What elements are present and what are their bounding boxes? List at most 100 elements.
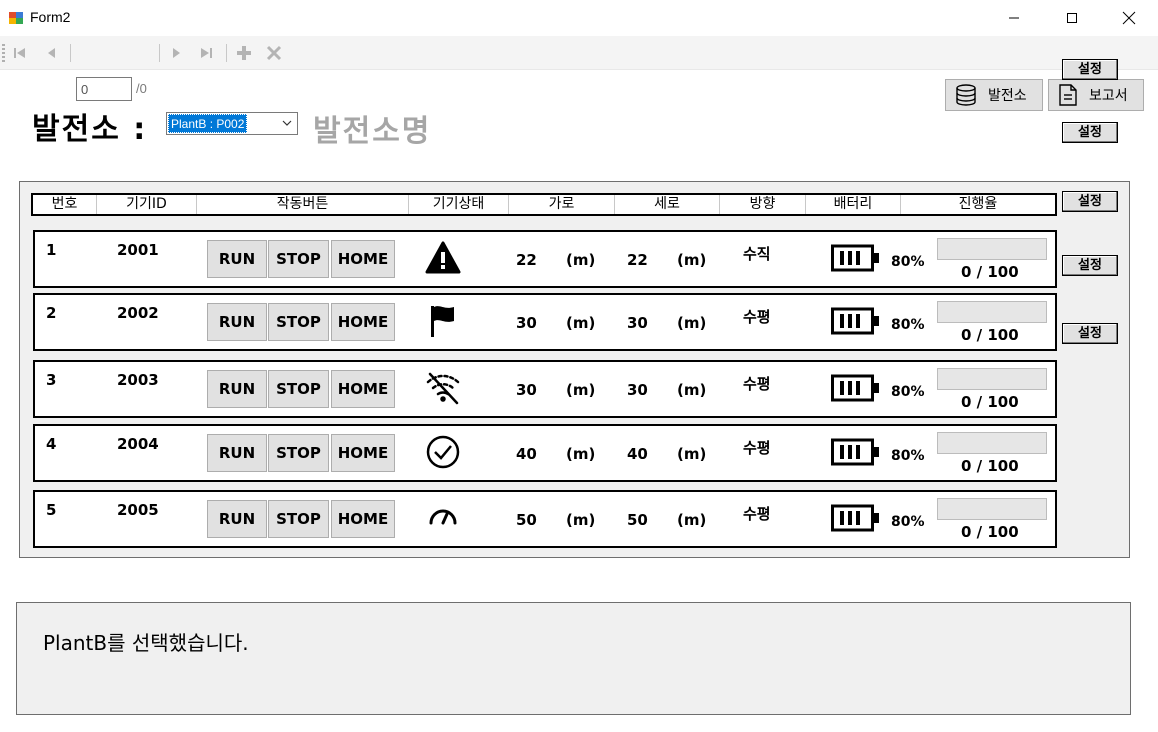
home-button[interactable]: HOME: [331, 303, 395, 341]
column-header: 세로: [615, 195, 720, 214]
progress-bar: [937, 301, 1047, 323]
move-first-button[interactable]: [10, 43, 30, 63]
width-value: 30: [516, 381, 537, 399]
battery-percent: 80%: [891, 384, 925, 400]
home-button[interactable]: HOME: [331, 434, 395, 472]
stop-button[interactable]: STOP: [268, 303, 329, 341]
table-row: 4 2004 RUN STOP HOME 40 (m) 40 (m) 수평 80…: [33, 424, 1057, 482]
battery-icon: [831, 374, 879, 402]
height-unit: (m): [677, 511, 707, 529]
set-button[interactable]: 설정: [1062, 323, 1118, 344]
row-number: 3: [46, 371, 57, 389]
progress-text: 0 / 100: [961, 263, 1019, 281]
table-row: 5 2005 RUN STOP HOME 50 (m) 50 (m) 수평 80…: [33, 490, 1057, 548]
delete-x-icon: [266, 45, 282, 61]
speedometer-icon: [423, 498, 463, 538]
plant-button[interactable]: 발전소: [945, 79, 1043, 111]
stop-button[interactable]: STOP: [268, 434, 329, 472]
maximize-button[interactable]: [1043, 0, 1101, 36]
app-icon: [9, 12, 23, 24]
move-last-button[interactable]: [196, 43, 216, 63]
progress-bar: [937, 368, 1047, 390]
run-button[interactable]: RUN: [207, 240, 267, 278]
height-value: 22: [627, 251, 648, 269]
height-unit: (m): [677, 251, 707, 269]
row-number: 4: [46, 435, 57, 453]
database-icon: [956, 84, 976, 106]
position-input[interactable]: [76, 77, 132, 101]
home-button[interactable]: HOME: [331, 240, 395, 278]
run-button[interactable]: RUN: [207, 303, 267, 341]
binding-navigator: /0: [0, 36, 1158, 101]
minimize-button[interactable]: [985, 0, 1043, 36]
window-title: Form2: [30, 9, 71, 25]
add-new-button[interactable]: [234, 43, 254, 63]
report-button[interactable]: 보고서: [1048, 79, 1144, 111]
width-value: 30: [516, 314, 537, 332]
width-unit: (m): [566, 314, 596, 332]
previous-record-icon: [48, 48, 55, 58]
set-button[interactable]: 설정: [1062, 191, 1118, 212]
minimize-icon: [1009, 17, 1019, 19]
delete-button[interactable]: [264, 43, 284, 63]
width-unit: (m): [566, 381, 596, 399]
height-unit: (m): [677, 381, 707, 399]
title-bar: Form2: [0, 0, 1158, 36]
column-header: 배터리: [806, 195, 901, 214]
home-button[interactable]: HOME: [331, 500, 395, 538]
height-value: 40: [627, 445, 648, 463]
toolbar-grip: [2, 44, 5, 62]
device-id: 2001: [117, 241, 159, 259]
warning-icon: [423, 238, 463, 278]
battery-icon: [831, 504, 879, 532]
set-button[interactable]: 설정: [1062, 122, 1118, 143]
table-row: 2 2002 RUN STOP HOME 30 (m) 30 (m) 수평 80…: [33, 293, 1057, 351]
column-header: 방향: [720, 195, 806, 214]
width-unit: (m): [566, 445, 596, 463]
message-box: PlantB를 선택했습니다.: [16, 602, 1131, 715]
row-number: 5: [46, 501, 57, 519]
chevron-down-icon: [282, 120, 292, 126]
table-header: 번호 기기ID 작동버튼 기기상태 가로 세로 방향 배터리 진행율: [31, 193, 1057, 216]
next-record-icon: [173, 48, 180, 58]
move-previous-button[interactable]: [42, 43, 62, 63]
run-button[interactable]: RUN: [207, 434, 267, 472]
width-value: 22: [516, 251, 537, 269]
plant-name-label: 발전소명: [313, 114, 432, 149]
battery-percent: 80%: [891, 448, 925, 464]
direction-value: 수평: [743, 308, 771, 326]
plant-select[interactable]: PlantB : P002: [166, 112, 298, 135]
set-button[interactable]: 설정: [1062, 59, 1118, 80]
battery-percent: 80%: [891, 254, 925, 270]
direction-value: 수평: [743, 375, 771, 393]
separator: [159, 44, 160, 62]
battery-icon: [831, 307, 879, 335]
home-button[interactable]: HOME: [331, 370, 395, 408]
width-unit: (m): [566, 511, 596, 529]
height-value: 30: [627, 314, 648, 332]
wifi-off-icon: [423, 368, 463, 408]
run-button[interactable]: RUN: [207, 370, 267, 408]
move-next-button[interactable]: [166, 43, 186, 63]
device-id: 2003: [117, 371, 159, 389]
plus-icon: [237, 46, 251, 60]
stop-button[interactable]: STOP: [268, 240, 329, 278]
battery-percent: 80%: [891, 317, 925, 333]
height-value: 30: [627, 381, 648, 399]
column-header: 번호: [33, 195, 97, 214]
table-row: 1 2001 RUN STOP HOME 22 (m) 22 (m) 수직 80…: [33, 230, 1057, 288]
column-header: 진행율: [958, 196, 998, 212]
stop-button[interactable]: STOP: [268, 370, 329, 408]
column-header: 가로: [509, 195, 615, 214]
column-header: 작동버튼: [197, 195, 409, 214]
battery-icon: [831, 244, 879, 272]
separator: [226, 44, 227, 62]
battery-icon: [831, 438, 879, 466]
run-button[interactable]: RUN: [207, 500, 267, 538]
table-row: 3 2003 RUN STOP HOME 30 (m) 30 (m) 수평 80…: [33, 360, 1057, 418]
close-button[interactable]: [1100, 0, 1158, 36]
separator: [70, 44, 71, 62]
stop-button[interactable]: STOP: [268, 500, 329, 538]
device-id: 2004: [117, 435, 159, 453]
set-button[interactable]: 설정: [1062, 255, 1118, 276]
